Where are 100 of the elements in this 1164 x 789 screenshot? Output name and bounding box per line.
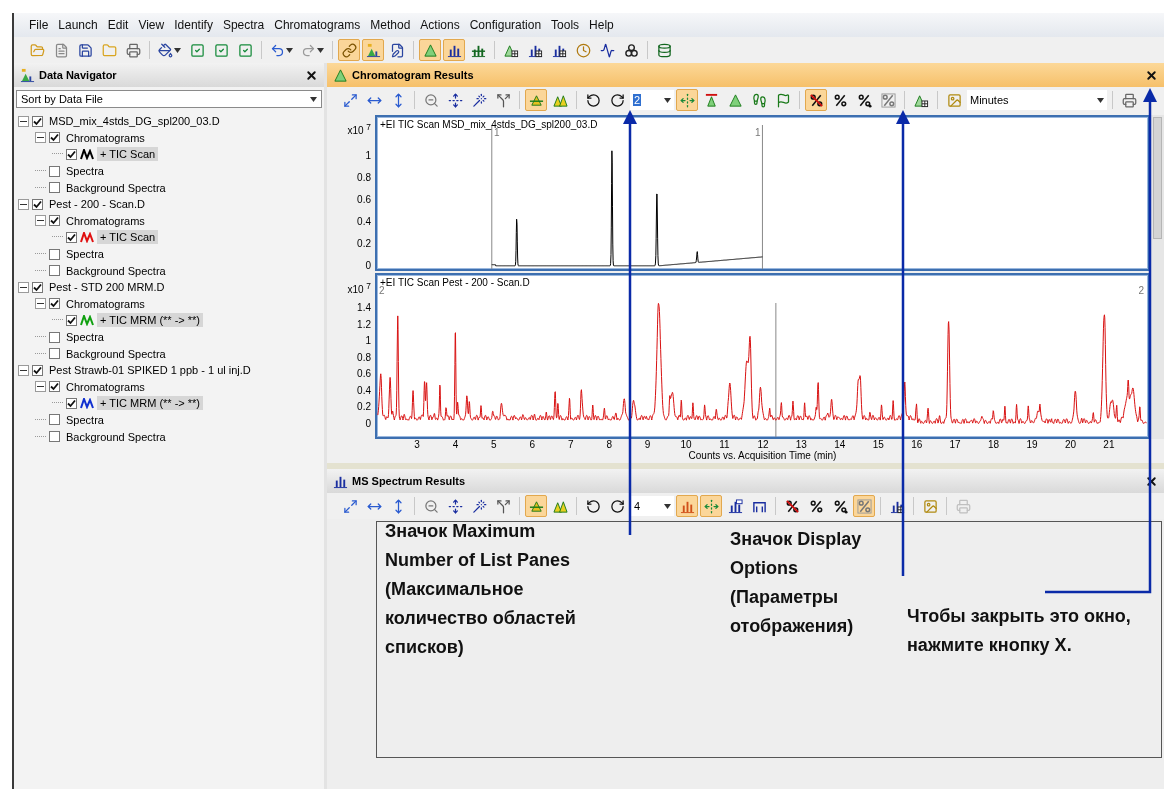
close-button[interactable] xyxy=(1145,474,1158,488)
checkbox[interactable] xyxy=(66,397,77,409)
axis-tick-label: 18 xyxy=(988,439,1000,450)
bar-chart-icon xyxy=(727,498,743,514)
tree-item[interactable]: Pest Strawb-01 SPIKED 1 ppb - 1 ul inj.D xyxy=(46,363,254,378)
tree-item[interactable]: Spectra xyxy=(63,413,107,427)
tree-item[interactable]: + TIC Scan xyxy=(97,230,159,245)
annotation-text: Чтобы закрыть это окно, нажмите кнопку X. xyxy=(907,605,1132,657)
tree-item[interactable]: Background Spectra xyxy=(63,263,169,278)
axis-tick-label: 0 xyxy=(365,260,371,272)
tree-item[interactable]: Spectra xyxy=(63,247,107,262)
units-dropdown[interactable]: Minutes xyxy=(967,90,1107,110)
checkbox[interactable] xyxy=(49,132,60,144)
collapse-toggle[interactable] xyxy=(35,215,46,227)
tree-item[interactable]: Background Spectra xyxy=(63,346,169,361)
double-percent-icon xyxy=(856,92,872,108)
toolbar-button[interactable] xyxy=(443,39,465,61)
toolbar-button[interactable] xyxy=(805,89,827,111)
axis-tick-label: 0.8 xyxy=(357,351,371,364)
tree-item[interactable]: MSD_mix_4stds_DG_spl200_03.D xyxy=(46,114,223,129)
axis-tick-label: 5 xyxy=(491,439,497,450)
peak-icon xyxy=(422,42,438,58)
axis-tick-label: 0.8 xyxy=(357,172,371,184)
checkbox[interactable] xyxy=(32,281,43,293)
tree-item[interactable]: Chromatograms xyxy=(63,296,148,311)
checkbox[interactable] xyxy=(49,165,60,177)
checkbox[interactable] xyxy=(66,314,77,326)
tree-item[interactable]: Background Spectra xyxy=(63,429,169,444)
fit-horizontal-icon xyxy=(679,92,695,108)
checkbox[interactable] xyxy=(49,215,60,227)
checkbox[interactable] xyxy=(32,115,43,127)
axis-tick-label: 6 xyxy=(529,439,536,450)
collapse-toggle[interactable] xyxy=(18,364,29,376)
axis-tick-label: 0.6 xyxy=(357,368,371,381)
menu-item[interactable]: Identify xyxy=(169,16,218,34)
menu-item[interactable]: Actions xyxy=(415,16,465,34)
sort-dropdown[interactable]: Sort by Data File xyxy=(16,90,322,108)
checkbox[interactable] xyxy=(49,431,60,443)
checkbox[interactable] xyxy=(49,348,60,360)
menu-item[interactable]: Spectra xyxy=(217,16,270,34)
axis-tick-label: 1.4 xyxy=(357,302,371,314)
crossed-percent-icon xyxy=(784,498,800,514)
menu-item[interactable]: Chromatograms xyxy=(269,16,366,34)
clock-icon xyxy=(575,42,591,58)
plot-title: +EI TIC Scan Pest - 200 - Scan.D xyxy=(380,277,530,288)
collapse-toggle[interactable] xyxy=(18,281,29,293)
peak-grid-icon xyxy=(913,92,929,108)
collapse-toggle[interactable] xyxy=(35,298,46,310)
checkbox[interactable] xyxy=(49,414,60,426)
collapse-toggle[interactable] xyxy=(35,381,46,393)
menu-item[interactable]: Tools xyxy=(546,16,585,34)
annotation-text: Значок Display Options (Параметры отображения) xyxy=(730,528,863,638)
flag-icon xyxy=(775,92,791,108)
tree-item[interactable]: Background Spectra xyxy=(63,180,169,195)
checkbox[interactable] xyxy=(49,298,60,310)
tree-item[interactable]: Pest - 200 - Scan.D xyxy=(46,197,148,212)
tree-item[interactable]: Chromatograms xyxy=(63,213,148,228)
checkbox[interactable] xyxy=(49,265,60,277)
checkbox[interactable] xyxy=(49,381,60,393)
percent-grid-icon xyxy=(856,498,872,514)
caret-icon xyxy=(174,47,181,53)
checkbox[interactable] xyxy=(49,248,60,260)
axis-tick-label: 9 xyxy=(644,439,651,450)
checkbox[interactable] xyxy=(66,231,77,243)
menu-item[interactable]: Launch xyxy=(53,16,103,34)
caret-icon xyxy=(317,47,324,53)
tree-item[interactable]: Chromatograms xyxy=(63,130,148,145)
collapse-toggle[interactable] xyxy=(18,115,29,127)
tree-item[interactable]: Chromatograms xyxy=(63,379,148,394)
menu-item[interactable]: File xyxy=(24,16,54,34)
panel-title: MS Spectrum Results xyxy=(352,475,467,487)
caret-icon xyxy=(664,503,671,509)
menu-item[interactable]: Help xyxy=(584,16,619,34)
tree-item[interactable]: Spectra xyxy=(63,164,107,179)
menu-item[interactable]: View xyxy=(133,16,170,34)
panes-dropdown[interactable]: 4 xyxy=(630,496,674,516)
menu-item[interactable]: Edit xyxy=(102,16,134,34)
tree-item[interactable]: Pest - STD 200 MRM.D xyxy=(46,280,168,295)
checkbox[interactable] xyxy=(49,182,60,194)
menu-item[interactable]: Method xyxy=(365,16,416,34)
menu-item[interactable]: Configuration xyxy=(464,16,547,34)
printer-icon xyxy=(955,498,971,514)
collapse-toggle[interactable] xyxy=(35,132,46,144)
tree-item[interactable]: + TIC MRM (** -> **) xyxy=(97,313,204,328)
tree-item[interactable]: + TIC Scan xyxy=(97,147,159,162)
axis-tick-label: 16 xyxy=(911,439,923,450)
close-button[interactable] xyxy=(1145,68,1158,82)
tree-item[interactable]: Spectra xyxy=(63,330,107,344)
fit-vertical-icon xyxy=(447,498,463,514)
axis-tick-label: 21 xyxy=(1103,439,1115,450)
checkbox[interactable] xyxy=(49,331,60,343)
panes-dropdown[interactable]: 2 xyxy=(630,90,674,110)
tree-item[interactable]: + TIC MRM (** -> **) xyxy=(97,396,204,411)
axis-tick-label: 15 xyxy=(872,439,884,450)
collapse-toggle[interactable] xyxy=(18,198,29,210)
close-button[interactable] xyxy=(305,68,318,82)
checkbox[interactable] xyxy=(32,198,43,210)
checkbox[interactable] xyxy=(32,364,43,376)
checkbox[interactable] xyxy=(66,149,77,160)
folder-open-icon xyxy=(29,42,45,58)
